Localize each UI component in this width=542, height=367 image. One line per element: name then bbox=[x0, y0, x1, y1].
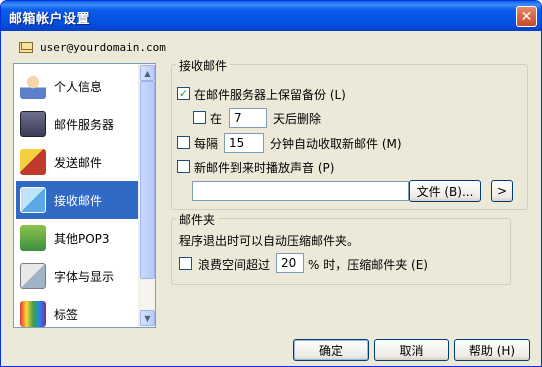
pop3-icon bbox=[20, 225, 46, 251]
envelope-icon bbox=[19, 41, 33, 53]
auto-check-suffix: 分钟自动收取新邮件 (M) bbox=[270, 137, 402, 151]
compress-threshold-input[interactable]: 20 bbox=[276, 253, 304, 273]
delete-after-suffix: 天后删除 bbox=[273, 112, 322, 126]
compress-description: 程序退出时可以自动压缩邮件夹。 bbox=[179, 234, 360, 248]
sidebar-item-receive-mail[interactable]: 接收邮件 bbox=[16, 181, 138, 219]
category-list[interactable]: 个人信息 邮件服务器 发送邮件 接收邮件 其他POP3 字体与显示 标签 ▲ ▼ bbox=[13, 63, 156, 328]
compress-checkbox[interactable] bbox=[179, 257, 192, 270]
compress-suffix: % 时，压缩邮件夹 (E) bbox=[308, 258, 428, 272]
auto-check-minutes-input[interactable]: 15 bbox=[224, 133, 264, 153]
server-icon bbox=[20, 111, 46, 137]
tag-icon bbox=[20, 301, 46, 327]
sidebar-item-label: 邮件服务器 bbox=[54, 117, 115, 132]
settings-dialog: 邮箱帐户设置 ✕ user@yourdomain.com 个人信息 邮件服务器 … bbox=[0, 0, 542, 367]
sidebar-item-other-pop3[interactable]: 其他POP3 bbox=[16, 219, 138, 257]
sidebar-scrollbar[interactable]: ▲ ▼ bbox=[138, 64, 155, 327]
sidebar-item-send-mail[interactable]: 发送邮件 bbox=[16, 143, 138, 181]
group-title: 邮件夹 bbox=[176, 211, 219, 228]
account-email: user@yourdomain.com bbox=[40, 40, 166, 54]
play-sound-label: 新邮件到来时播放声音 (P) bbox=[194, 161, 335, 175]
window-title: 邮箱帐户设置 bbox=[9, 12, 91, 27]
ok-button[interactable]: 确定 bbox=[293, 339, 369, 361]
group-title: 接收邮件 bbox=[176, 57, 231, 74]
send-icon bbox=[20, 149, 46, 175]
scroll-up-button[interactable]: ▲ bbox=[140, 65, 155, 81]
sidebar-item-tags[interactable]: 标签 bbox=[16, 295, 138, 333]
person-icon bbox=[20, 73, 46, 99]
close-button[interactable]: ✕ bbox=[516, 6, 537, 27]
sidebar-item-profile[interactable]: 个人信息 bbox=[16, 67, 138, 105]
delete-after-days-input[interactable]: 7 bbox=[229, 108, 267, 128]
sidebar-item-label: 字体与显示 bbox=[54, 269, 115, 284]
keep-backup-checkbox[interactable]: ✓ bbox=[177, 87, 190, 100]
sound-file-input[interactable] bbox=[192, 181, 409, 201]
close-icon: ✕ bbox=[520, 8, 533, 25]
play-sound-button[interactable]: > bbox=[491, 180, 513, 202]
delete-after-checkbox[interactable] bbox=[193, 111, 206, 124]
auto-check-label: 每隔 bbox=[194, 137, 219, 151]
mail-folder-group: 邮件夹 程序退出时可以自动压缩邮件夹。 浪费空间超过 20 % 时，压缩邮件夹 … bbox=[171, 211, 511, 285]
help-button[interactable]: 帮助 (H) bbox=[454, 339, 530, 361]
delete-after-prefix: 在 bbox=[210, 112, 223, 126]
sidebar-item-font-display[interactable]: 字体与显示 bbox=[16, 257, 138, 295]
browse-file-button[interactable]: 文件 (B)... bbox=[409, 180, 481, 202]
title-bar[interactable]: 邮箱帐户设置 ✕ bbox=[1, 1, 541, 31]
scroll-down-button[interactable]: ▼ bbox=[140, 310, 155, 326]
play-sound-checkbox[interactable] bbox=[177, 160, 190, 173]
scroll-thumb[interactable] bbox=[140, 81, 155, 279]
sidebar-item-label: 个人信息 bbox=[54, 79, 103, 94]
account-row: user@yourdomain.com bbox=[19, 39, 166, 55]
cancel-button[interactable]: 取消 bbox=[374, 339, 449, 361]
sidebar-item-label: 其他POP3 bbox=[54, 231, 110, 246]
sidebar-item-mail-server[interactable]: 邮件服务器 bbox=[16, 105, 138, 143]
compress-label: 浪费空间超过 bbox=[198, 258, 271, 272]
sidebar-item-label: 发送邮件 bbox=[54, 155, 103, 170]
auto-check-checkbox[interactable] bbox=[177, 136, 190, 149]
font-icon bbox=[20, 263, 46, 289]
keep-backup-label: 在邮件服务器上保留备份 (L) bbox=[194, 88, 346, 102]
sidebar-item-label: 接收邮件 bbox=[54, 193, 103, 208]
receive-mail-group: 接收邮件 ✓ 在邮件服务器上保留备份 (L) 在 7 天后删除 每隔 15 分钟… bbox=[171, 57, 528, 210]
sidebar-item-label: 标签 bbox=[54, 307, 79, 322]
receive-icon bbox=[20, 187, 46, 213]
